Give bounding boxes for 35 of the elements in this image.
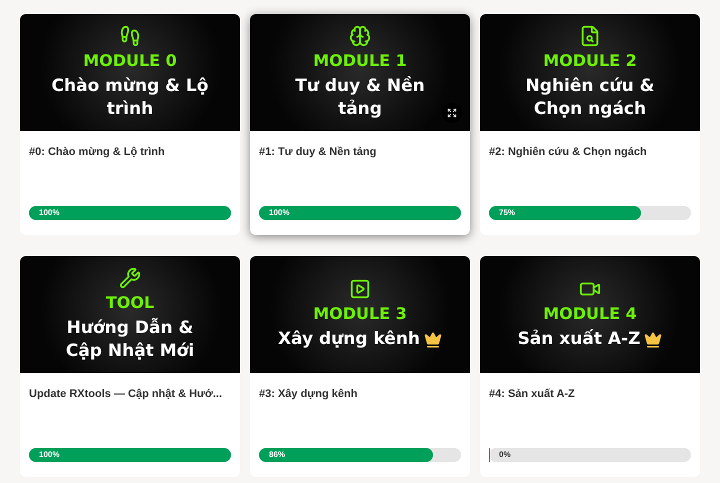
module-card[interactable]: TOOL Hướng Dẫn & Cập Nhật Mới Update RXtools — Cập nhật & Hướ... 100% xyxy=(20,256,240,477)
module-tag: TOOL xyxy=(106,292,154,313)
module-card[interactable]: MODULE 1 Tư duy & Nền tảng #1: Tư duy & Nền tảng 100% xyxy=(250,14,470,235)
progress-label: 100% xyxy=(269,207,290,219)
card-title[interactable]: #1: Tư duy & Nền tảng xyxy=(259,144,461,160)
progress-label: 86% xyxy=(269,449,286,461)
module-card[interactable]: MODULE 2 Nghiên cứu & Chọn ngách #2: Nghiên cứu & Chọn ngách 75% xyxy=(480,14,700,235)
card-title[interactable]: #2: Nghiên cứu & Chọn ngách xyxy=(489,144,691,160)
module-tag: MODULE 0 xyxy=(83,50,177,71)
progress-label: 0% xyxy=(499,449,511,461)
module-card[interactable]: MODULE 4 Sản xuất A-Z #4: Sản xuất A-Z 0% xyxy=(480,256,700,477)
tools-icon xyxy=(119,266,141,289)
progress-label: 75% xyxy=(499,207,516,219)
card-title[interactable]: #0: Chào mừng & Lộ trình xyxy=(29,144,231,160)
expand-icon[interactable] xyxy=(442,103,462,123)
play-icon xyxy=(349,278,371,300)
card-title[interactable]: #4: Sản xuất A-Z xyxy=(489,386,691,402)
module-heading: Tư duy & Nền tảng xyxy=(294,74,426,120)
module-card[interactable]: MODULE 3 Xây dựng kênh #3: Xây dựng kênh 86% xyxy=(250,256,470,477)
module-tag: MODULE 3 xyxy=(313,304,407,324)
module-heading: Chào mừng & Lộ trình xyxy=(50,74,210,120)
module-tag: MODULE 2 xyxy=(543,50,637,71)
module-heading: Nghiên cứu & Chọn ngách xyxy=(524,74,656,120)
module-tag: MODULE 4 xyxy=(543,304,637,324)
module-heading: Hướng Dẫn & Cập Nhật Mới xyxy=(64,316,196,362)
document-search-icon xyxy=(579,24,601,47)
card-title[interactable]: Update RXtools — Cập nhật & Hướ... xyxy=(29,386,231,402)
module-tag: MODULE 1 xyxy=(313,50,407,71)
module-heading: Xây dựng kênh xyxy=(278,328,420,351)
card-title[interactable]: #3: Xây dựng kênh xyxy=(259,386,461,402)
brain-icon xyxy=(349,24,371,47)
progress-label: 100% xyxy=(39,449,60,461)
module-heading: Sản xuất A-Z xyxy=(518,328,640,351)
progress-label: 100% xyxy=(39,207,60,219)
module-card[interactable]: MODULE 0 Chào mừng & Lộ trình #0: Chào mừng & Lộ trình 100% xyxy=(20,14,240,235)
